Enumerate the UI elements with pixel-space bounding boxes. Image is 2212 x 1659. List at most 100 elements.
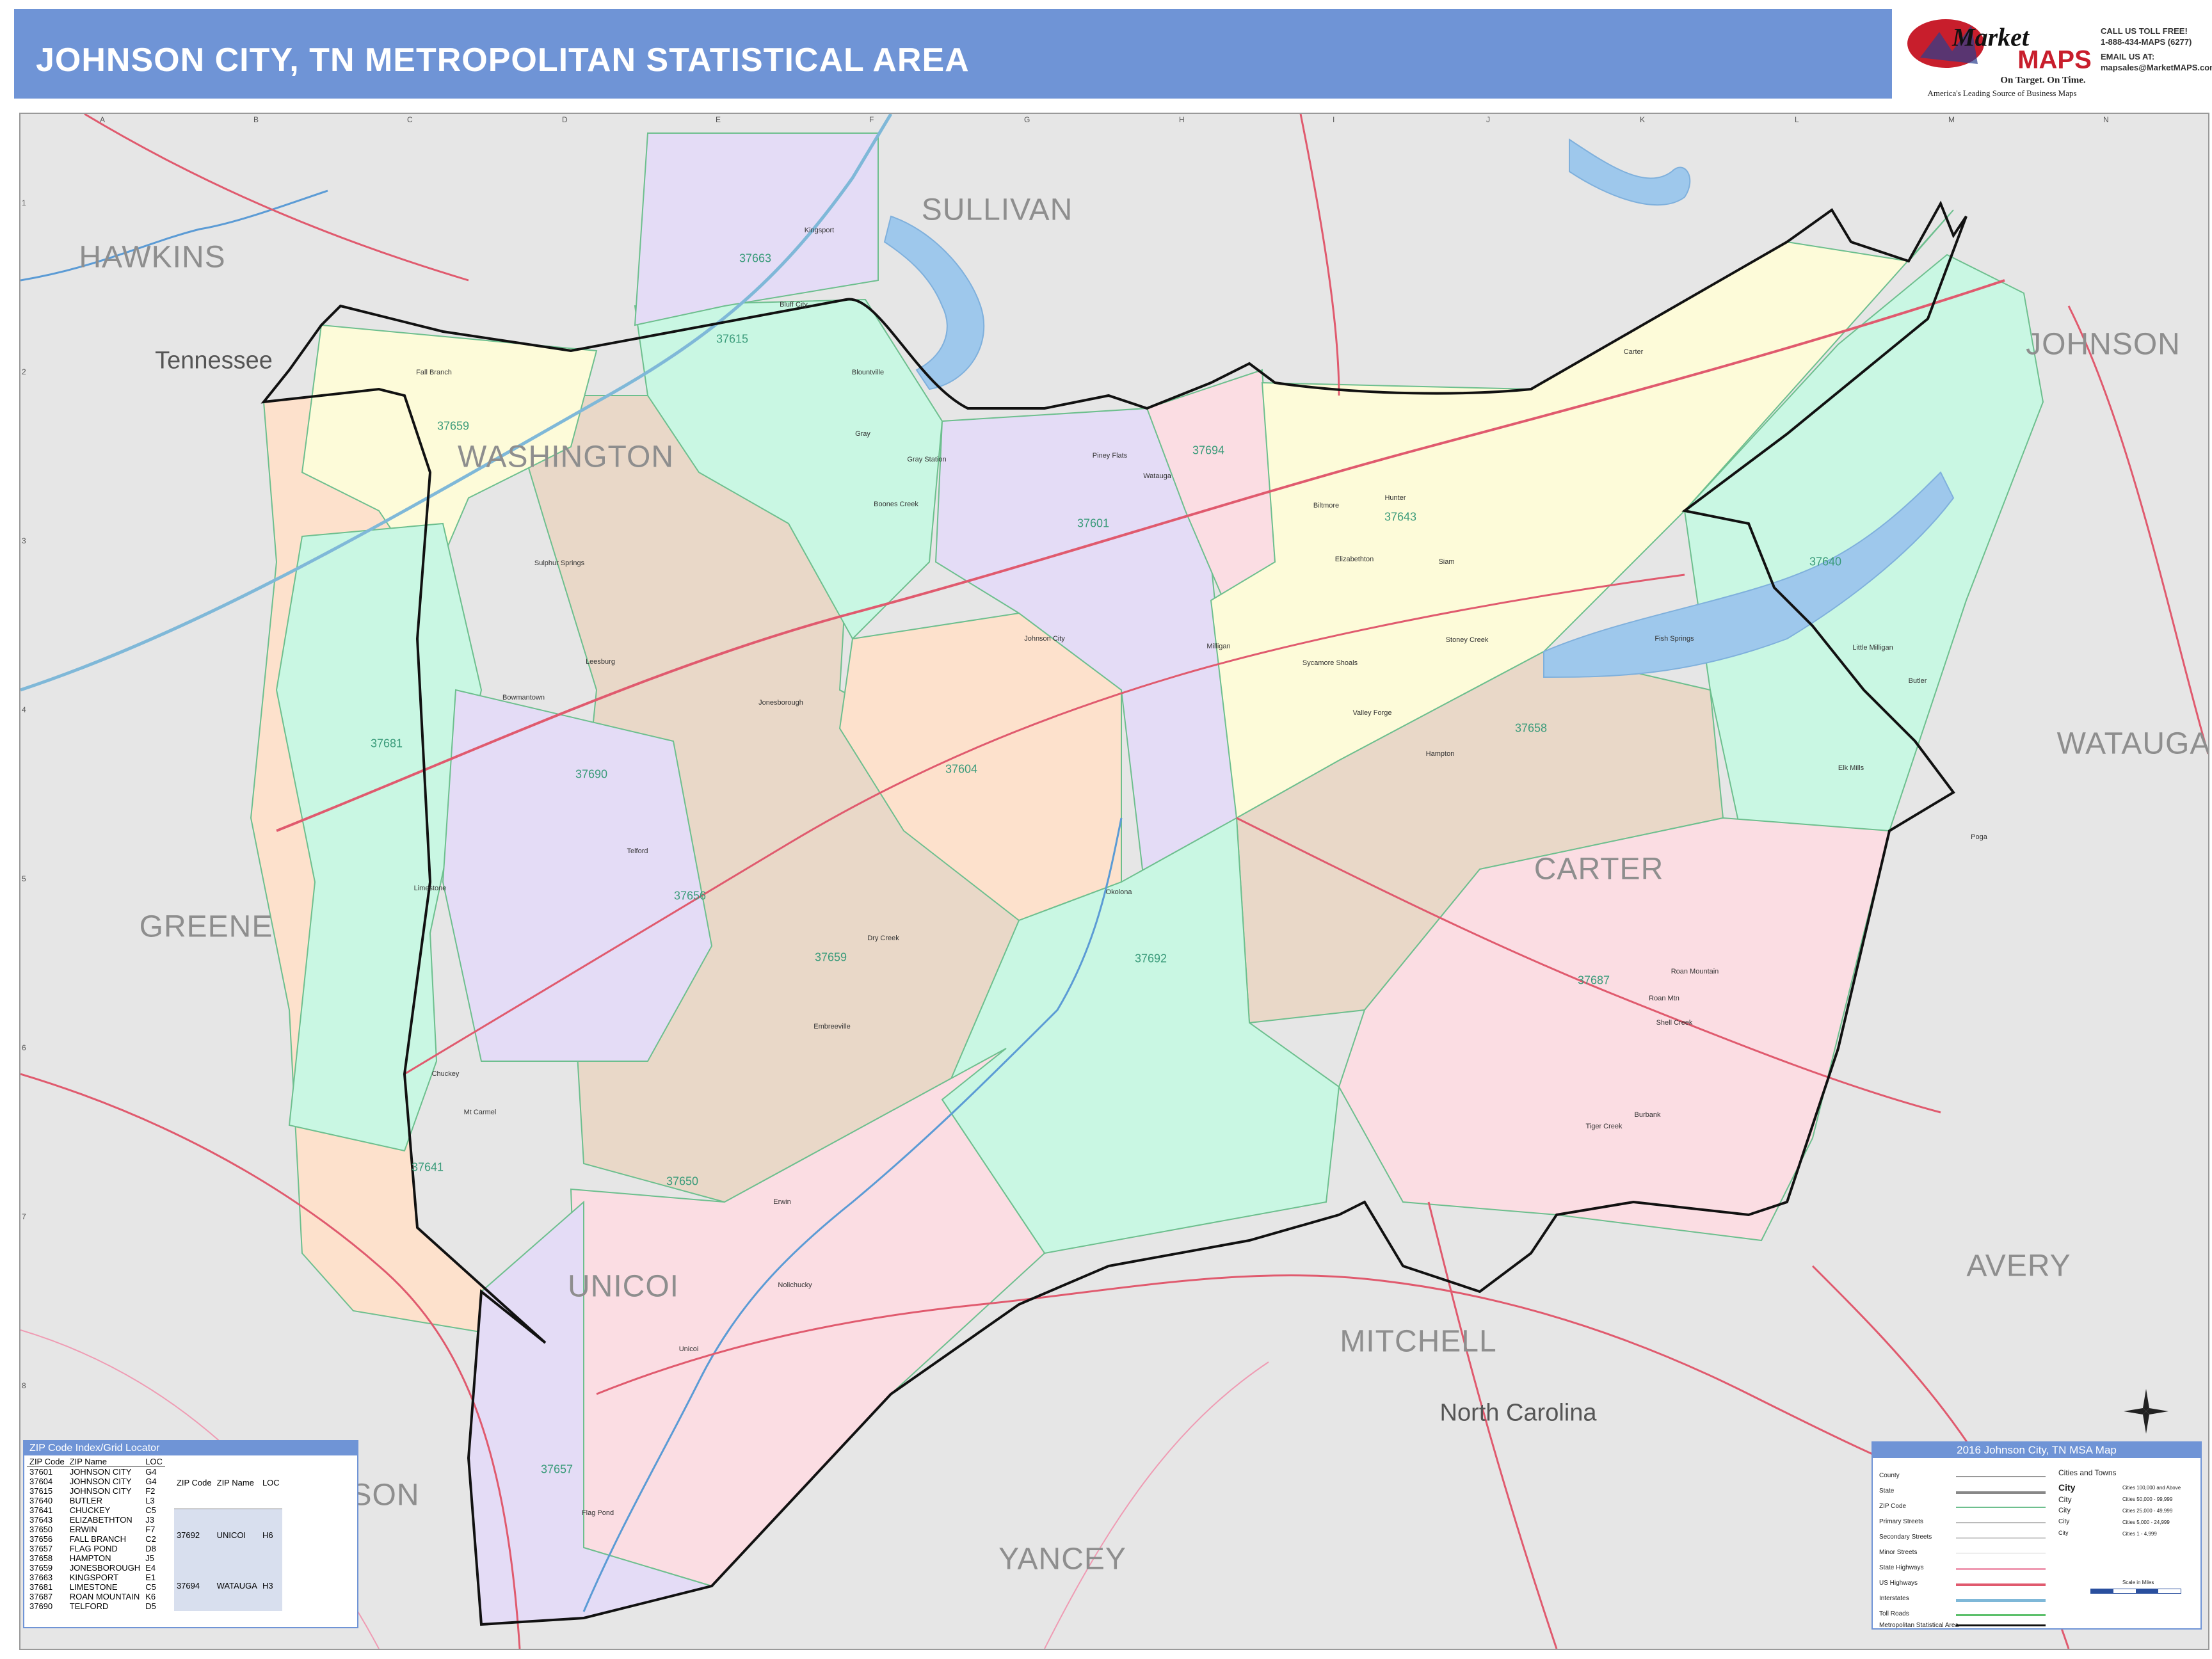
city-label: Mt Carmel [463, 1109, 497, 1116]
city-label: Shell Creek [1656, 1019, 1693, 1027]
compass-rose-icon [2124, 1389, 2168, 1434]
legend-city-size-3: Cities 25,000 - 49,999 [2122, 1508, 2173, 1514]
legend-state-hwy: State Highways [1879, 1564, 1924, 1571]
grid-col-h: H [1179, 115, 1185, 124]
contact-line1: CALL US TOLL FREE! [2101, 26, 2188, 36]
table-row: 37650 ERWIN F7 [27, 1525, 165, 1534]
cell-zip: 37604 [29, 1477, 53, 1486]
grid-col-b: B [253, 115, 259, 124]
cell-loc: C2 [145, 1534, 156, 1544]
zip-label: 37690 [575, 767, 608, 781]
table-row: 37658 HAMPTON J5 [27, 1553, 165, 1563]
city-label: Jonesborough [758, 699, 803, 707]
table-row: 37663 KINGSPORT E1 [27, 1573, 165, 1582]
col-zip-name: ZIP Name [67, 1457, 143, 1467]
zip-index-table-left: ZIP Code ZIP Name LOC 37601 JOHNSON CITY G… [27, 1457, 165, 1611]
grid-col-c: C [407, 115, 413, 124]
city-label: Gray Station [907, 456, 947, 463]
city-label: Siam [1438, 558, 1455, 566]
city-label: Embreeville [813, 1023, 851, 1030]
cell-loc: C5 [145, 1505, 156, 1515]
cell-name: JOHNSON CITY [69, 1467, 132, 1477]
legend-state: State [1879, 1487, 1895, 1495]
cell-loc: H3 [262, 1581, 273, 1591]
table-row: 37692 UNICOI H6 [173, 1509, 282, 1561]
logo-slogan: America's Leading Source of Business Map… [1927, 88, 2077, 98]
cell-name: KINGSPORT [69, 1573, 119, 1582]
legend-county: County [1879, 1472, 1900, 1479]
city-label: Fall Branch [416, 369, 452, 376]
table-row: 37690 TELFORD D5 [27, 1601, 165, 1611]
city-label: Kingsport [804, 227, 835, 234]
cell-name: WATAUGA [216, 1581, 257, 1591]
cell-zip: 37643 [29, 1515, 53, 1525]
grid-row-1: 1 [22, 198, 26, 207]
county-label-avery: AVERY [1966, 1249, 2071, 1283]
zip-label: 37640 [1809, 555, 1842, 568]
cell-name: CHUCKEY [69, 1505, 111, 1515]
zip-label: 37615 [716, 332, 749, 346]
cell-zip: 37687 [29, 1592, 53, 1601]
city-label: Burbank [1634, 1111, 1661, 1119]
city-label: Hunter [1384, 494, 1406, 502]
county-label-yancey: YANCEY [998, 1542, 1126, 1576]
county-label-madison-partial: SON [351, 1478, 420, 1512]
cell-zip: 37692 [176, 1530, 200, 1540]
contact-line4: mapsales@MarketMAPS.com [2101, 63, 2212, 72]
legend-interstate-line [1956, 1599, 2046, 1602]
county-label-watauga: WATAUGA [2056, 726, 2209, 761]
table-row: 37657 FLAG POND D8 [27, 1544, 165, 1553]
grid-col-l: L [1795, 115, 1799, 124]
cell-loc: F2 [145, 1486, 156, 1496]
grid-col-a: A [100, 115, 106, 124]
cell-name: HAMPTON [69, 1553, 111, 1563]
zip-label: 37694 [1192, 444, 1225, 457]
cell-name: TELFORD [69, 1601, 109, 1611]
city-label: Erwin [773, 1198, 791, 1206]
table-row: 37681 LIMESTONE C5 [27, 1582, 165, 1592]
legend-secondary-line [1956, 1537, 2046, 1539]
city-label: Chuckey [431, 1070, 460, 1078]
legend-city-sample-2: City [2058, 1495, 2072, 1504]
legend-city-size-4: Cities 5,000 - 24,999 [2122, 1519, 2170, 1525]
legend-county-line [1956, 1476, 2046, 1477]
cell-loc: J3 [145, 1515, 154, 1525]
city-label: Blountville [851, 369, 885, 376]
legend-primary-line [1956, 1522, 2046, 1523]
grid-row-6: 6 [22, 1043, 26, 1052]
city-label: Elk Mills [1838, 764, 1864, 772]
cell-loc: K6 [145, 1592, 156, 1601]
cell-zip: 37601 [29, 1467, 53, 1477]
logo-brand-b: MAPS [2017, 45, 2092, 74]
grid-col-f: F [869, 115, 874, 124]
cell-loc: H6 [262, 1530, 273, 1540]
map-title: JOHNSON CITY, TN METROPOLITAN STATISTICA… [36, 42, 970, 79]
legend-city-size-5: Cities 1 - 4,999 [2122, 1531, 2157, 1537]
legend-cities-title: Cities and Towns [2058, 1468, 2117, 1477]
col-loc: LOC [143, 1457, 165, 1467]
cell-loc: D8 [145, 1544, 156, 1553]
city-label: Leesburg [586, 658, 615, 666]
table-row: 37640 BUTLER L3 [27, 1496, 165, 1505]
table-row: 37659 JONESBOROUGH E4 [27, 1563, 165, 1573]
legend-city-sample-4: City [2058, 1518, 2070, 1525]
cell-loc: D5 [145, 1601, 156, 1611]
legend-toll-line [1956, 1614, 2046, 1616]
zip-label: 37663 [739, 252, 772, 265]
grid-col-n: N [2103, 115, 2109, 124]
city-label: Johnson City [1024, 635, 1065, 643]
table-row: 37604 JOHNSON CITY G4 [27, 1477, 165, 1486]
cell-name: JOHNSON CITY [69, 1477, 132, 1486]
zip-label: 37687 [1577, 974, 1610, 987]
county-label-washington: WASHINGTON [457, 440, 675, 474]
cell-loc: G4 [145, 1467, 157, 1477]
col-loc: LOC [259, 1457, 282, 1509]
table-row: 37601 JOHNSON CITY G4 [27, 1467, 165, 1477]
grid-col-m: M [1948, 115, 1955, 124]
city-label: Elizabethton [1334, 556, 1374, 563]
cell-name: ELIZABETHTON [69, 1515, 132, 1525]
city-label: Limestone [413, 885, 447, 892]
map-legend: 2016 Johnson City, TN MSA Map County Sta… [1871, 1441, 2202, 1630]
county-label-unicoi: UNICOI [568, 1269, 679, 1304]
legend-toll: Toll Roads [1879, 1610, 1909, 1617]
